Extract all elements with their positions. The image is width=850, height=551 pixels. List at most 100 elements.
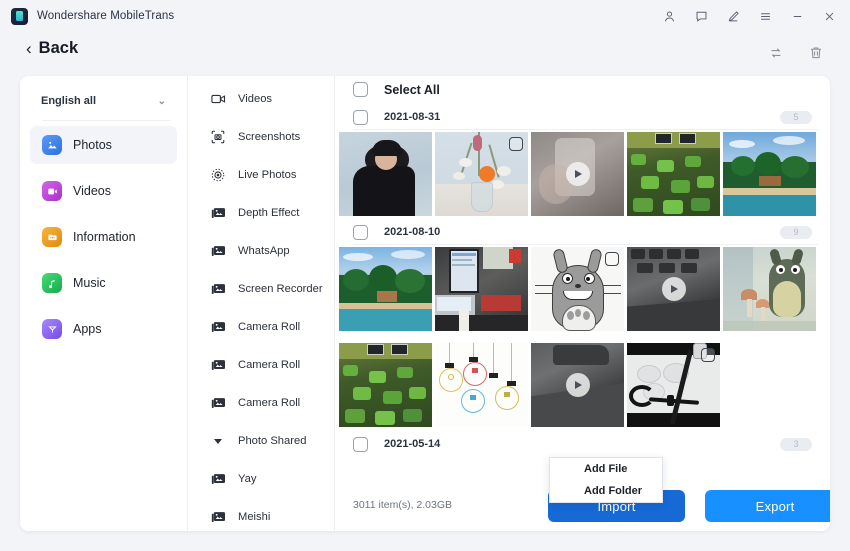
group-count-badge: 3 [780,438,812,451]
album-icon [210,206,226,220]
thumbnail-checkbox[interactable] [509,137,523,151]
category-item-camera-roll-1[interactable]: Camera Roll [188,308,334,346]
sidebar-list: Photos Videos Information [20,126,187,356]
group-checkbox[interactable] [353,110,368,125]
category-label: Camera Roll [238,359,300,371]
album-icon [210,244,226,258]
category-label: Screen Recorder [238,283,323,295]
video-play-icon[interactable] [566,162,590,186]
photo-totoro-watercolor[interactable] [723,247,816,331]
category-item-camera-roll-2[interactable]: Camera Roll [188,346,334,384]
category-item-yay[interactable]: Yay [188,460,334,498]
select-all-row[interactable]: Select All [353,82,440,97]
group-divider [353,129,818,130]
photo-tropical-island[interactable] [339,247,432,331]
apps-icon [42,319,62,339]
delete-icon[interactable] [806,43,826,63]
category-item-live-photos[interactable]: Live Photos [188,156,334,194]
select-all-label: Select All [384,83,440,97]
date-group-header[interactable]: 2021-08-31 5 [353,104,818,130]
group-divider [353,244,818,245]
back-button[interactable]: ‹ Back [26,39,78,58]
group-date: 2021-08-10 [384,226,440,238]
group-count-badge: 9 [780,226,812,239]
select-all-checkbox[interactable] [353,82,368,97]
videos-icon [42,181,62,201]
video-dark-keyboard[interactable] [627,247,720,331]
close-icon[interactable] [816,3,842,29]
category-label: Camera Roll [238,397,300,409]
export-button[interactable]: Export [705,490,830,522]
date-group-header[interactable]: 2021-05-14 3 [353,431,818,457]
sidebar-item-information[interactable]: Information [30,218,177,256]
category-item-whatsapp[interactable]: WhatsApp [188,232,334,270]
app-window: Wondershare MobileTrans [0,0,850,551]
sidebar-item-label: Music [73,276,106,290]
language-value: English all [41,95,96,107]
refresh-icon[interactable] [766,43,786,63]
category-item-screen-recorder[interactable]: Screen Recorder [188,270,334,308]
video-dark-car-door[interactable] [531,343,624,427]
photo-green-garden-2[interactable] [339,343,432,427]
back-label: Back [39,39,78,58]
category-label: Screenshots [238,131,300,143]
back-chevron-icon: ‹ [26,40,32,57]
video-play-icon[interactable] [566,373,590,397]
photo-grid-panel: Select All 2021-08-31 5 [335,76,830,531]
thumbnail-checkbox[interactable] [605,252,619,266]
category-label: Live Photos [238,169,296,181]
photo-person-black-outfit[interactable] [339,132,432,216]
sidebar-item-music[interactable]: Music [30,264,177,302]
video-camera-icon [210,92,226,106]
sidebar-item-photos[interactable]: Photos [30,126,177,164]
back-bar: ‹ Back [0,32,850,76]
sidebar-item-apps[interactable]: Apps [30,310,177,348]
album-icon [210,358,226,372]
menu-item-add-file[interactable]: Add File [550,458,662,480]
chevron-down-icon: ⌄ [158,96,166,107]
sidebar-item-videos[interactable]: Videos [30,172,177,210]
sidebar: English all ⌄ Photos Videos [20,76,187,531]
photo-infographic-circles[interactable] [435,343,528,427]
category-item-screenshots[interactable]: Screenshots [188,118,334,156]
category-label: Depth Effect [238,207,299,219]
photo-totoro-line-art[interactable] [531,247,624,331]
album-icon [210,396,226,410]
sidebar-divider [42,120,170,121]
video-play-icon[interactable] [662,277,686,301]
feedback-icon[interactable] [688,3,714,29]
thumbnail-checkbox[interactable] [701,348,715,362]
group-count-badge: 5 [780,111,812,124]
minimize-icon[interactable] [784,3,810,29]
edit-icon[interactable] [720,3,746,29]
video-hand-holding-phone[interactable] [531,132,624,216]
photo-cable-on-white[interactable] [627,343,720,427]
date-group-header[interactable]: 2021-08-10 9 [353,219,818,245]
photo-tropical-beach[interactable] [723,132,816,216]
album-icon [210,320,226,334]
sidebar-item-label: Apps [73,322,102,336]
category-item-videos[interactable]: Videos [188,80,334,118]
menu-item-add-folder[interactable]: Add Folder [550,480,662,502]
category-label: Videos [238,93,272,105]
category-list: Videos Screenshots Live Photos Depth Eff… [187,76,335,531]
information-icon [42,227,62,247]
category-item-meishi[interactable]: Meishi [188,498,334,531]
category-group-photo-shared[interactable]: Photo Shared [188,422,334,460]
group-checkbox[interactable] [353,437,368,452]
action-footer: 3011 item(s), 2.03GB Import Export Add F… [335,481,830,531]
menu-icon[interactable] [752,3,778,29]
item-count-status: 3011 item(s), 2.03GB [353,499,452,511]
photo-flower-bouquet[interactable] [435,132,528,216]
photo-office-desk[interactable] [435,247,528,331]
app-logo-icon [11,8,28,25]
category-label: Yay [238,473,256,485]
category-label: Photo Shared [238,435,306,447]
album-icon [210,282,226,296]
photo-green-garden[interactable] [627,132,720,216]
language-selector[interactable]: English all ⌄ [32,88,175,114]
account-icon[interactable] [656,3,682,29]
group-checkbox[interactable] [353,225,368,240]
category-item-camera-roll-3[interactable]: Camera Roll [188,384,334,422]
category-item-depth-effect[interactable]: Depth Effect [188,194,334,232]
